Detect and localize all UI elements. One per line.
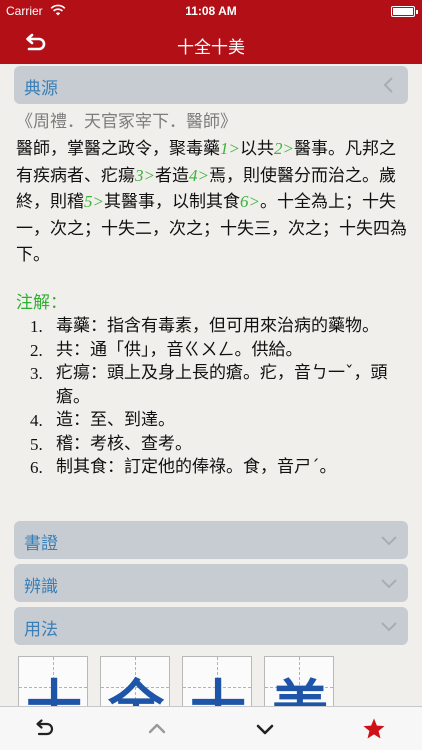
note-number: 2. (30, 340, 43, 360)
tile-character: 全 (101, 673, 169, 706)
reference-marker: 1> (220, 139, 240, 158)
section-header-source[interactable]: 典源 (14, 66, 408, 104)
note-number: 4. (30, 411, 43, 430)
status-bar: Carrier 11:08 AM (0, 0, 422, 22)
chevron-left-icon (383, 77, 393, 93)
note-item: 4. 造：至、到達。 (16, 409, 408, 433)
star-icon[interactable] (362, 717, 386, 741)
chevron-up-icon[interactable] (145, 717, 169, 741)
tile-character: 美 (265, 673, 333, 706)
note-item: 5. 稽：考核、查考。 (16, 433, 408, 457)
note-item: 1. 毒藥：指含有毒素，但可用來治病的藥物。 (16, 315, 408, 339)
section-label-usage: 用法 (24, 620, 58, 640)
note-text: 疕瘍：頭上及身上長的瘡。疕，音ㄅ一ˇ，頭瘡。 (56, 363, 388, 407)
note-text: 制其食：訂定他的俸祿。食，音ㄕˊ。 (56, 457, 337, 477)
reference-marker: 5> (84, 192, 104, 211)
chevron-down-icon[interactable] (253, 717, 277, 741)
section-header-discrimination[interactable]: 辨識 (14, 564, 408, 602)
character-tile[interactable]: 美 (264, 656, 334, 706)
note-number: 3. (30, 364, 43, 383)
section-label-book-evidence: 書證 (24, 534, 58, 554)
reference-marker: 2> (273, 139, 294, 158)
body-text-segment: 以共 (239, 139, 274, 159)
section-label-discrimination: 辨識 (24, 577, 58, 597)
section-header-usage[interactable]: 用法 (14, 607, 408, 645)
section-header-book-evidence[interactable]: 書證 (14, 521, 408, 559)
tile-character: 十 (19, 673, 87, 706)
source-body: 醫師，掌醫之政令，聚毒藥1>以共2>醫事。凡邦之有疾病者、疕瘍3>者造4>焉，則… (16, 136, 408, 269)
body-text-segment: 醫師，掌醫之政令，聚毒藥 (16, 139, 220, 159)
reference-marker: 4> (188, 165, 209, 185)
section-label-source: 典源 (24, 79, 58, 99)
note-item: 6. 制其食：訂定他的俸祿。食，音ㄕˊ。 (16, 456, 408, 480)
nav-bar: 十全十美 (0, 22, 422, 64)
status-time: 11:08 AM (185, 4, 237, 18)
notes-title: 注解： (16, 293, 67, 313)
character-tile[interactable]: 十 (182, 656, 252, 706)
character-tile[interactable]: 十 (18, 656, 88, 706)
source-citation: 《周禮．天官冢宰下．醫師》 (16, 112, 237, 132)
bottom-toolbar (0, 706, 422, 750)
reference-marker: 3> (135, 165, 155, 185)
chevron-down-icon (381, 536, 397, 546)
body-text-segment: 者造 (154, 165, 189, 186)
chevron-down-icon (381, 622, 397, 632)
tile-character: 十 (183, 673, 251, 706)
character-tile[interactable]: 全 (100, 656, 170, 706)
battery-icon (391, 6, 418, 17)
chevron-down-icon (381, 579, 397, 589)
note-number: 1. (30, 317, 43, 336)
note-text: 稽：考核、查考。 (56, 433, 192, 454)
note-item: 3. 疕瘍：頭上及身上長的瘡。疕，音ㄅ一ˇ，頭瘡。 (16, 362, 408, 409)
notes-list: 1. 毒藥：指含有毒素，但可用來治病的藥物。 2. 共：通「供」，音ㄍㄨㄥ。供給。 3.… (16, 315, 408, 480)
content-scroll[interactable]: 典源 《周禮．天官冢宰下．醫師》 醫師，掌醫之政令，聚毒藥1>以共2>醫事。凡邦… (0, 64, 422, 706)
note-text: 造：至、到達。 (56, 410, 175, 430)
body-text-segment: 其醫事，以制其食 (103, 192, 240, 212)
note-number: 6. (30, 458, 43, 477)
note-text: 毒藥：指含有毒素，但可用來治病的藥物。 (56, 316, 379, 336)
return-icon[interactable] (32, 717, 56, 741)
reference-marker: 6> (239, 192, 260, 211)
character-tiles: 十 全 十 美 (18, 656, 410, 706)
note-item: 2. 共：通「供」，音ㄍㄨㄥ。供給。 (16, 339, 408, 363)
page-title: 十全十美 (177, 38, 245, 58)
note-text: 共：通「供」，音ㄍㄨㄥ。供給。 (56, 339, 303, 360)
note-number: 5. (30, 434, 43, 454)
